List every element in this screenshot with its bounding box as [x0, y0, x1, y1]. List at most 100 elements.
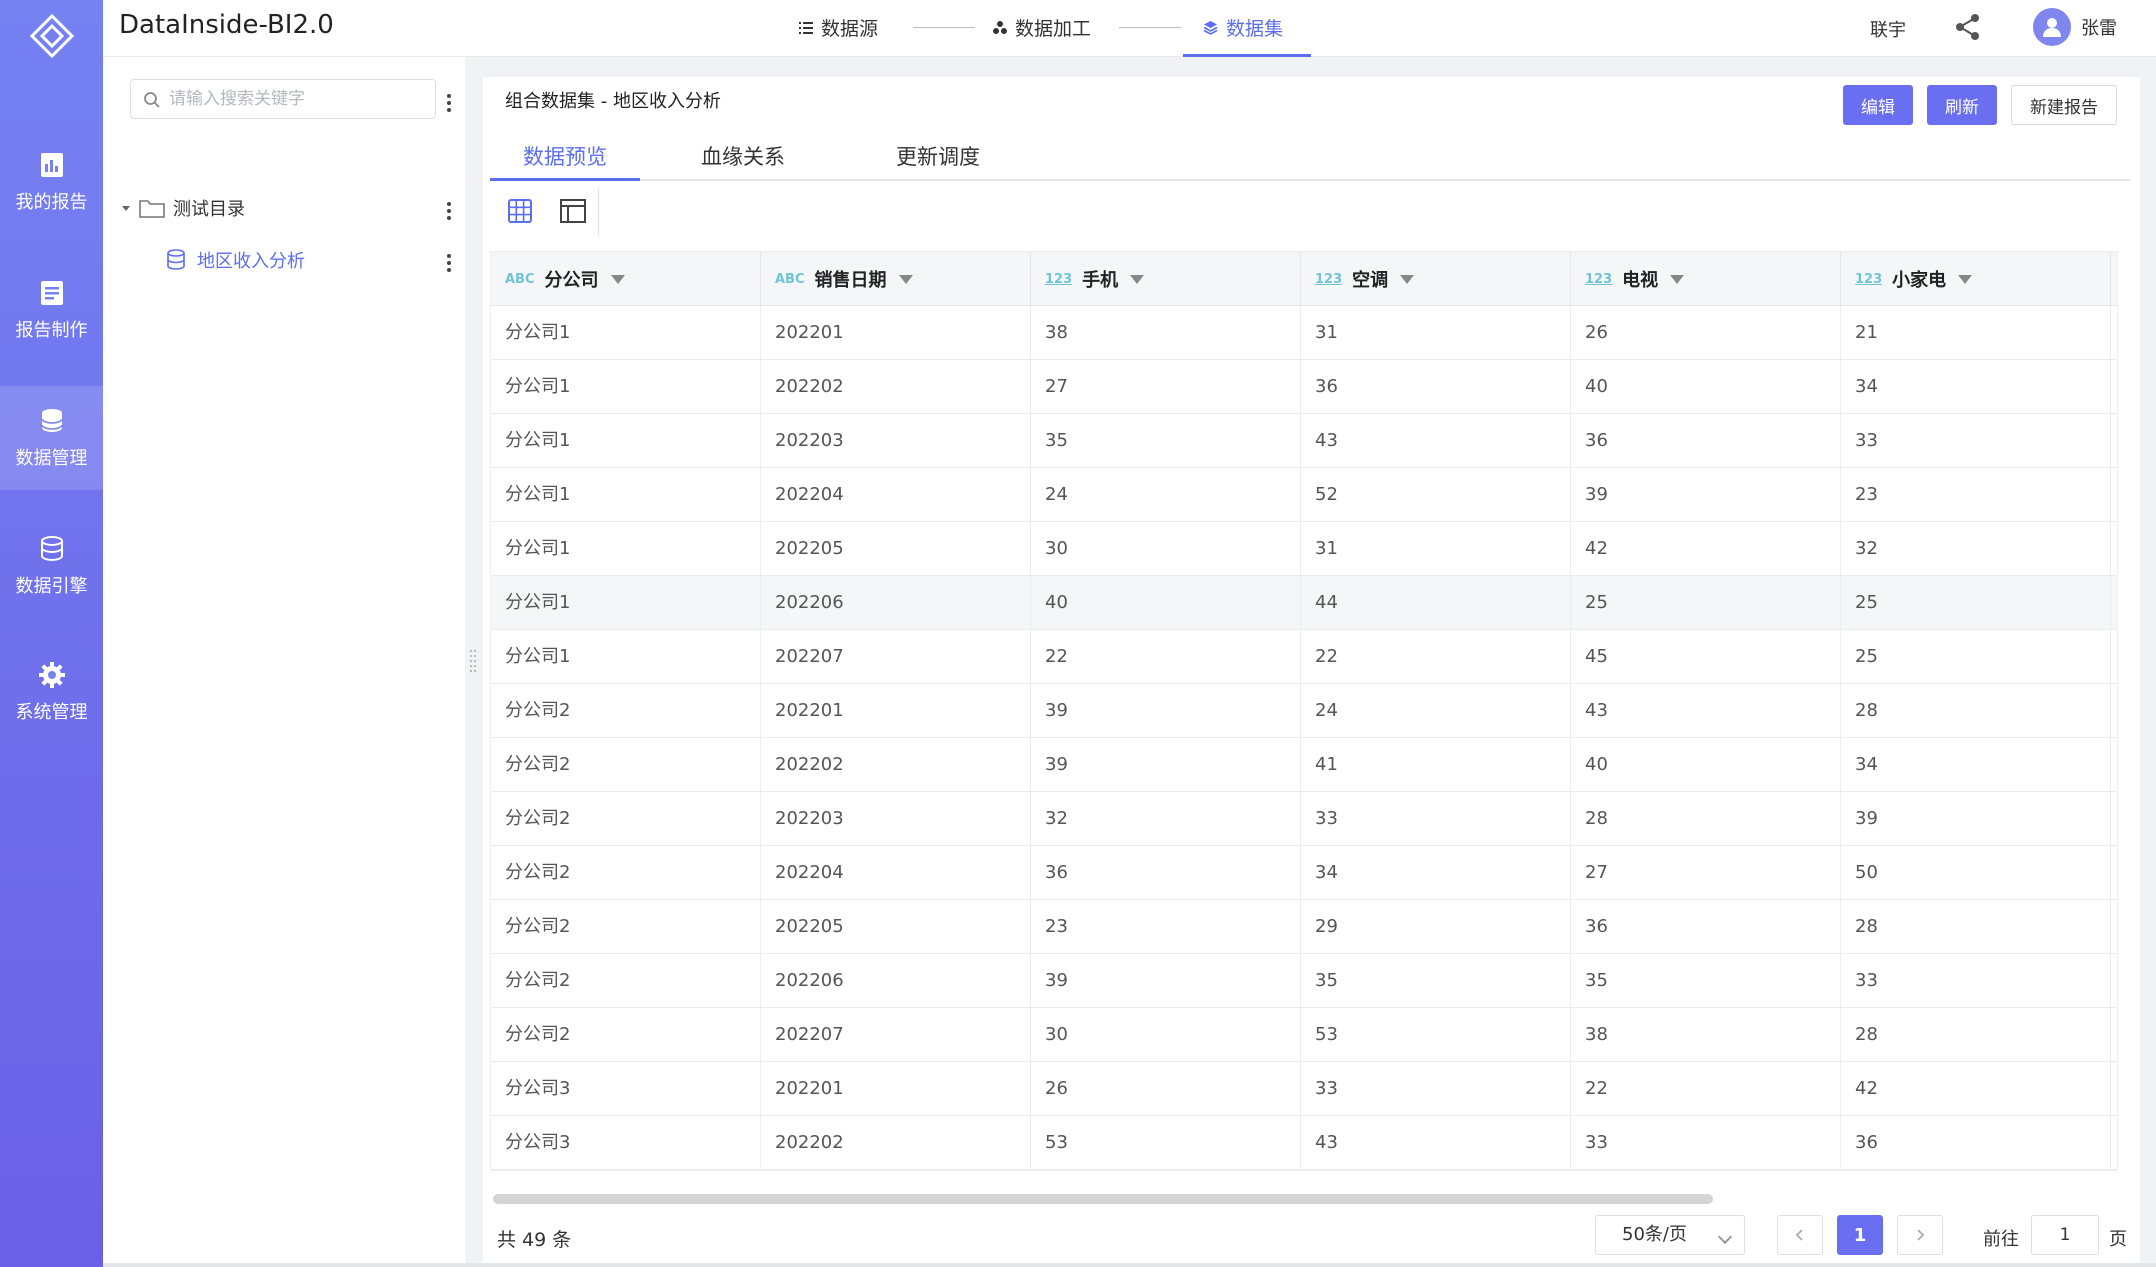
step-connector: [1119, 27, 1181, 28]
table-row[interactable]: 分公司1 202202 27 36 40 34: [491, 360, 2117, 414]
refresh-button[interactable]: 刷新: [1927, 85, 1997, 125]
table-row[interactable]: 分公司1 202207 22 22 45 25: [491, 630, 2117, 684]
new-report-button[interactable]: 新建报告: [2011, 85, 2117, 125]
column-name: 空调: [1352, 270, 1389, 291]
page-size-select[interactable]: 50条/页: [1595, 1215, 1745, 1255]
chevron-down-icon: [1717, 1229, 1733, 1245]
table-row[interactable]: 分公司2 202202 39 41 40 34: [491, 738, 2117, 792]
table-row[interactable]: 分公司2 202206 39 35 35 33: [491, 954, 2117, 1008]
table-cell: 31: [1301, 306, 1571, 360]
table-cell: 202203: [761, 792, 1031, 846]
item-menu-icon[interactable]: [446, 253, 452, 273]
table-cell: 38: [1031, 306, 1301, 360]
sidebar-item-data-engine[interactable]: 数据引擎: [0, 514, 103, 618]
page-number-button[interactable]: 1: [1837, 1215, 1883, 1255]
field-type-icon: 123: [1585, 271, 1613, 287]
table-row[interactable]: 分公司1 202203 35 43 36 33: [491, 414, 2117, 468]
table-row[interactable]: 分公司2 202207 30 53 38 28: [491, 1008, 2117, 1062]
share-icon[interactable]: [1953, 12, 1983, 42]
sort-dropdown-icon[interactable]: [1670, 274, 1685, 284]
avatar[interactable]: [2033, 8, 2071, 46]
table-row[interactable]: 分公司3 202202 53 43 33 36: [491, 1116, 2117, 1170]
goto-page-input[interactable]: [2031, 1215, 2099, 1255]
edit-button[interactable]: 编辑: [1843, 85, 1913, 125]
search-icon: [144, 92, 160, 108]
table-cell: 分公司3: [491, 1116, 761, 1170]
step-data-source[interactable]: 数据源: [799, 14, 878, 41]
horizontal-scrollbar[interactable]: [493, 1194, 1713, 1204]
table-cell: 26: [1571, 306, 1841, 360]
sort-dropdown-icon[interactable]: [1400, 274, 1415, 284]
table-cell: 39: [1031, 954, 1301, 1008]
column-header[interactable]: 123 电视: [1571, 252, 1841, 306]
folder-menu-icon[interactable]: [446, 201, 452, 221]
sidebar-item-my-reports[interactable]: 我的报告: [0, 130, 103, 234]
table-row[interactable]: 分公司1 202205 30 31 42 32: [491, 522, 2117, 576]
table-cell: 39: [1841, 792, 2111, 846]
sort-dropdown-icon[interactable]: [1130, 274, 1145, 284]
table-cell: 分公司1: [491, 414, 761, 468]
table-view-icon[interactable]: [557, 195, 589, 227]
sidebar-item-report-edit[interactable]: 报告制作: [0, 258, 103, 362]
table-cell: 33: [1841, 414, 2111, 468]
sort-dropdown-icon[interactable]: [610, 274, 625, 284]
layers-icon: [1203, 21, 1218, 35]
top-link[interactable]: 联宇: [1870, 16, 1906, 42]
search-box: [130, 79, 436, 119]
table-cell: 31: [1301, 522, 1571, 576]
panel-splitter[interactable]: [470, 650, 476, 674]
column-header[interactable]: 123 手机: [1031, 252, 1301, 306]
tab-lineage[interactable]: 血缘关系: [701, 141, 785, 171]
table-row[interactable]: 分公司1 202206 40 44 25 25: [491, 576, 2117, 630]
table-cell: 分公司3: [491, 1062, 761, 1116]
step-data-processing[interactable]: 数据加工: [993, 14, 1091, 41]
user-name[interactable]: 张雷: [2081, 14, 2117, 40]
tree-item-dataset[interactable]: 地区收入分析: [165, 247, 305, 273]
table-cell: 分公司2: [491, 954, 761, 1008]
logo-icon[interactable]: [24, 14, 80, 58]
table-cell: 43: [1301, 1116, 1571, 1170]
table-row[interactable]: 分公司1 202204 24 52 39 23: [491, 468, 2117, 522]
tab-schedule[interactable]: 更新调度: [896, 141, 980, 171]
table-cell: 25: [1841, 576, 2111, 630]
table-row[interactable]: 分公司3 202201 26 33 22 42: [491, 1062, 2117, 1116]
sidebar-item-system-management[interactable]: 系统管理: [0, 640, 103, 744]
next-page-button[interactable]: [1897, 1215, 1943, 1255]
caret-down-icon[interactable]: [121, 203, 131, 213]
column-header[interactable]: 123 空调: [1301, 252, 1571, 306]
search-input[interactable]: [169, 87, 424, 111]
sort-dropdown-icon[interactable]: [1958, 274, 1973, 284]
table-cell: 202204: [761, 468, 1031, 522]
grid-header: ABC 分公司 ABC 销售日期 123 手机 123 空调 123 电视 123 小家电: [491, 252, 2117, 306]
report-icon: [40, 153, 63, 177]
sidebar-item-data-management[interactable]: 数据管理: [0, 386, 103, 490]
top-bar: DataInside-BI2.0 数据源 数据加工 数据集 联宇 张雷: [103, 0, 2156, 57]
table-row[interactable]: 分公司2 202203 32 33 28 39: [491, 792, 2117, 846]
table-row[interactable]: 分公司2 202204 36 34 27 50: [491, 846, 2117, 900]
table-cell: 29: [1301, 900, 1571, 954]
column-header[interactable]: 123 小家电: [1841, 252, 2111, 306]
column-header[interactable]: ABC 销售日期: [761, 252, 1031, 306]
table-cell: 202204: [761, 846, 1031, 900]
tree-folder[interactable]: 测试目录: [121, 195, 245, 221]
prev-page-button[interactable]: [1777, 1215, 1823, 1255]
tree-menu-icon[interactable]: [446, 93, 452, 113]
sidebar: 我的报告 报告制作 数据管理 数据引擎 系统管理: [0, 0, 103, 1267]
table-cell: 202206: [761, 576, 1031, 630]
table-cell: 202206: [761, 954, 1031, 1008]
table-row[interactable]: 分公司2 202201 39 24 43 28: [491, 684, 2117, 738]
sort-dropdown-icon[interactable]: [898, 274, 913, 284]
table-cell: 38: [1571, 1008, 1841, 1062]
table-row[interactable]: 分公司1 202201 38 31 26 21: [491, 306, 2117, 360]
table-cell: 202201: [761, 1062, 1031, 1116]
step-dataset[interactable]: 数据集: [1203, 14, 1283, 41]
breadcrumb: 组合数据集 - 地区收入分析: [505, 91, 721, 112]
table-row[interactable]: 分公司2 202205 23 29 36 28: [491, 900, 2117, 954]
page-suffix: 页: [2109, 1229, 2127, 1250]
grid-view-icon[interactable]: [504, 195, 536, 227]
tab-data-preview[interactable]: 数据预览: [523, 141, 607, 171]
column-header[interactable]: ABC 分公司: [491, 252, 761, 306]
vertical-scrollbar[interactable]: [2117, 312, 2118, 892]
step-label: 数据加工: [1015, 18, 1092, 40]
folder-icon: [139, 200, 165, 218]
